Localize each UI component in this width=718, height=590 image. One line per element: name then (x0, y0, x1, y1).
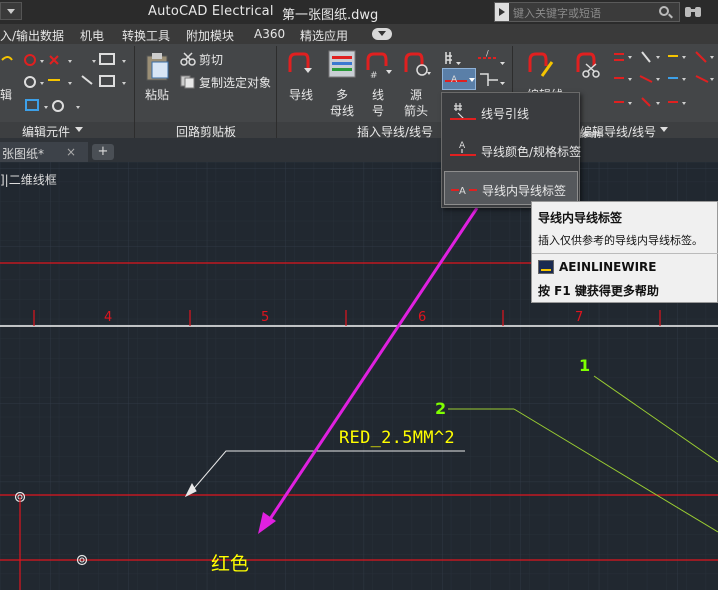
wire-label-text[interactable]: RED_2.5MM^2 (339, 428, 455, 448)
tab-drawing[interactable]: 张图纸* × (0, 142, 88, 162)
chevron-down-icon[interactable] (660, 127, 668, 133)
chevron-down-icon[interactable] (75, 127, 83, 133)
ribbon-options-toggle[interactable] (372, 28, 392, 40)
edit-wire-icon[interactable] (526, 50, 556, 80)
scissors-icon[interactable] (180, 52, 196, 66)
wire-number-leader-small-icon[interactable]: / (442, 48, 508, 68)
menu-item-label: 导线内导线标签 (482, 184, 567, 198)
ruler-number: 7 (575, 310, 584, 325)
trim-wire-icon[interactable] (574, 50, 604, 80)
multi-bus-label-2[interactable]: 母线 (330, 102, 354, 119)
svg-text:A: A (459, 186, 466, 197)
ribbon-tab-bar: 入/输出数据 机电 转换工具 附加模块 A360 精选应用 (0, 24, 718, 44)
paste-button[interactable]: 粘贴 (145, 86, 169, 103)
ruler-number: 5 (261, 310, 270, 325)
viewport-label[interactable]: ]|二维线框 (0, 171, 57, 188)
tooltip-description: 插入仅供参考的导线内导线标签。 (538, 234, 703, 247)
inline-wire-label-icon: A (451, 186, 477, 197)
menu-item-label: 导线颜色/规格标签 (481, 145, 582, 159)
tooltip-title: 导线内导线标签 (538, 211, 623, 225)
tab-electromechanical[interactable]: 机电 (80, 27, 104, 44)
tab-a360[interactable]: A360 (254, 27, 285, 41)
source-arrow-label-2[interactable]: 箭头 (404, 102, 428, 119)
tab-add-ins[interactable]: 附加模块 (186, 27, 234, 44)
wire-number-2[interactable]: 2 (435, 399, 446, 418)
source-arrow-label-1: 源 (410, 88, 423, 102)
menu-item-wire-number-leader[interactable]: 线号引线 (444, 95, 578, 129)
quick-access-dropdown[interactable] (0, 2, 22, 20)
ruler-number: 4 (104, 310, 113, 325)
command-tooltip: 导线内导线标签 插入仅供参考的导线内导线标签。 AEINLINEWIRE 按 F… (531, 201, 718, 303)
menu-item-label: 线号引线 (481, 107, 530, 121)
wire-number-label-2[interactable]: 号 (372, 102, 384, 119)
title-bar: AutoCAD Electrical 第一张图纸.dwg 键入关键字或短语 (0, 0, 718, 24)
tooltip-divider (532, 253, 718, 254)
close-icon[interactable]: × (66, 145, 76, 159)
wire-jumper-icon[interactable] (478, 70, 508, 90)
source-arrow-icon[interactable] (402, 50, 432, 80)
ribbon: 辑 编辑元件 粘贴 剪切 复制选定对象 回路剪贴板 导线 多 母线 # 线 号 (0, 44, 718, 160)
search-icon[interactable] (659, 6, 669, 16)
document-tab-bar: 张图纸* × + (0, 138, 718, 162)
wire-button[interactable]: 导线 (289, 86, 313, 103)
wire-number-1[interactable]: 1 (579, 356, 590, 375)
tab-import-export[interactable]: 入/输出数据 (0, 27, 64, 44)
paste-icon[interactable] (144, 52, 172, 82)
app-title: AutoCAD Electrical (148, 4, 274, 19)
wire-label-dropdown-menu: 线号引线 A 导线颜色/规格标签 A 导线内导线标签 (441, 92, 582, 208)
wire-number-label-1: 线 (372, 88, 385, 102)
tab-featured-apps[interactable]: 精选应用 (300, 27, 348, 44)
tab-conversion-tools[interactable]: 转换工具 (122, 27, 170, 44)
wire-number-leader-icon (450, 103, 476, 120)
partial-ribbon-label: 辑 (0, 88, 13, 102)
copy-icon[interactable] (180, 75, 196, 89)
copy-selected-button[interactable]: 复制选定对象 (199, 74, 271, 91)
svg-text:/: / (486, 49, 489, 58)
wire-icon[interactable] (286, 50, 314, 80)
tab-drawing-label: 张图纸* (2, 147, 45, 161)
multi-bus-label-1: 多 (336, 88, 349, 102)
command-icon (538, 260, 554, 274)
document-title: 第一张图纸.dwg (282, 8, 379, 23)
color-annotation[interactable]: 红色 (211, 549, 249, 576)
edit-components-icons[interactable] (0, 50, 130, 116)
edit-wires-small-icons[interactable] (612, 48, 718, 118)
wire-color-label-icon: A (450, 141, 476, 156)
binoculars-icon[interactable] (684, 3, 702, 19)
svg-text:#: # (370, 71, 378, 80)
search-placeholder: 键入关键字或短语 (513, 7, 601, 20)
expand-arrow-icon[interactable] (495, 3, 509, 21)
wire-label-dropdown-button[interactable]: A (442, 68, 476, 90)
menu-item-wire-color-gauge-label[interactable]: A 导线颜色/规格标签 (444, 133, 582, 167)
menu-item-inline-wire-label[interactable]: A 导线内导线标签 (444, 171, 578, 205)
search-input[interactable]: 键入关键字或短语 (494, 2, 680, 22)
new-tab-button[interactable]: + (92, 144, 114, 160)
multi-bus-icon[interactable] (328, 50, 356, 80)
tooltip-help: 按 F1 键获得更多帮助 (538, 284, 659, 298)
wire-number-icon[interactable]: # (364, 50, 394, 80)
ruler-number: 6 (418, 310, 427, 325)
svg-text:A: A (451, 75, 458, 85)
cut-button[interactable]: 剪切 (199, 51, 223, 68)
tooltip-command: AEINLINEWIRE (559, 260, 657, 274)
